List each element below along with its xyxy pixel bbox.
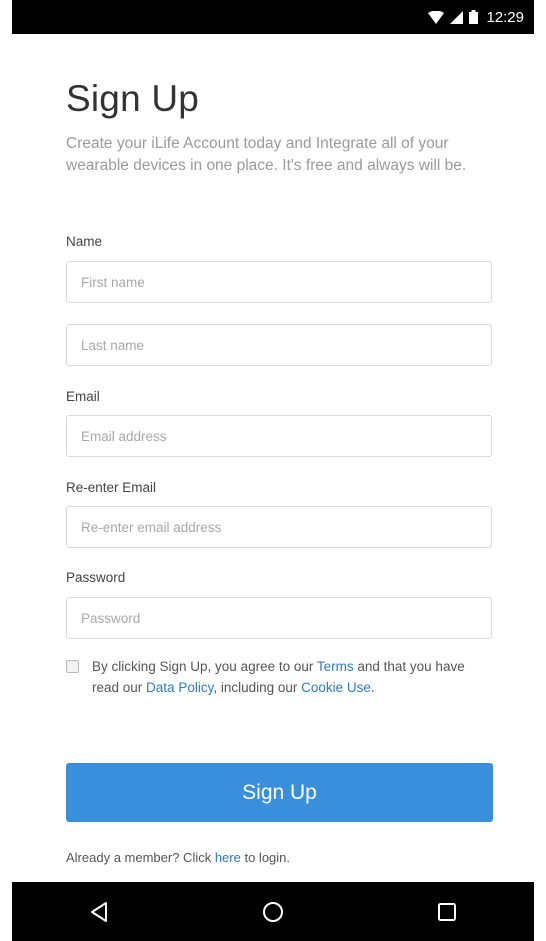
back-icon[interactable] (69, 892, 129, 932)
sign-up-button[interactable]: Sign Up (66, 763, 493, 822)
reenter-email-input[interactable] (66, 506, 492, 548)
terms-link[interactable]: Terms (317, 659, 354, 674)
app-screen: 12:29 Sign Up Create your iLife Account … (12, 0, 534, 941)
wifi-icon (428, 10, 445, 24)
first-name-input[interactable] (66, 261, 492, 303)
password-label: Password (66, 570, 126, 585)
status-time: 12:29 (486, 8, 524, 26)
agree-checkbox[interactable] (66, 660, 79, 673)
name-label: Name (66, 234, 103, 249)
reenter-email-label: Re-enter Email (66, 480, 157, 495)
email-input[interactable] (66, 415, 492, 457)
login-link[interactable]: here (215, 850, 241, 865)
login-prompt: Already a member? Click here to login. (66, 850, 291, 865)
password-input[interactable] (66, 597, 492, 639)
status-bar: 12:29 (12, 0, 534, 34)
last-name-input[interactable] (66, 324, 492, 366)
recents-icon[interactable] (417, 892, 477, 932)
home-icon[interactable] (243, 892, 303, 932)
battery-icon (469, 10, 479, 24)
navigation-bar (12, 882, 534, 941)
agreement-text: By clicking Sign Up, you agree to our Te… (92, 659, 465, 695)
email-label: Email (66, 389, 100, 404)
signal-icon (450, 10, 464, 24)
page-subtitle: Create your iLife Account today and Inte… (66, 135, 467, 174)
page-title: Sign Up (66, 78, 200, 119)
cookie-use-link[interactable]: Cookie Use (301, 680, 371, 695)
data-policy-link[interactable]: Data Policy (146, 680, 213, 695)
